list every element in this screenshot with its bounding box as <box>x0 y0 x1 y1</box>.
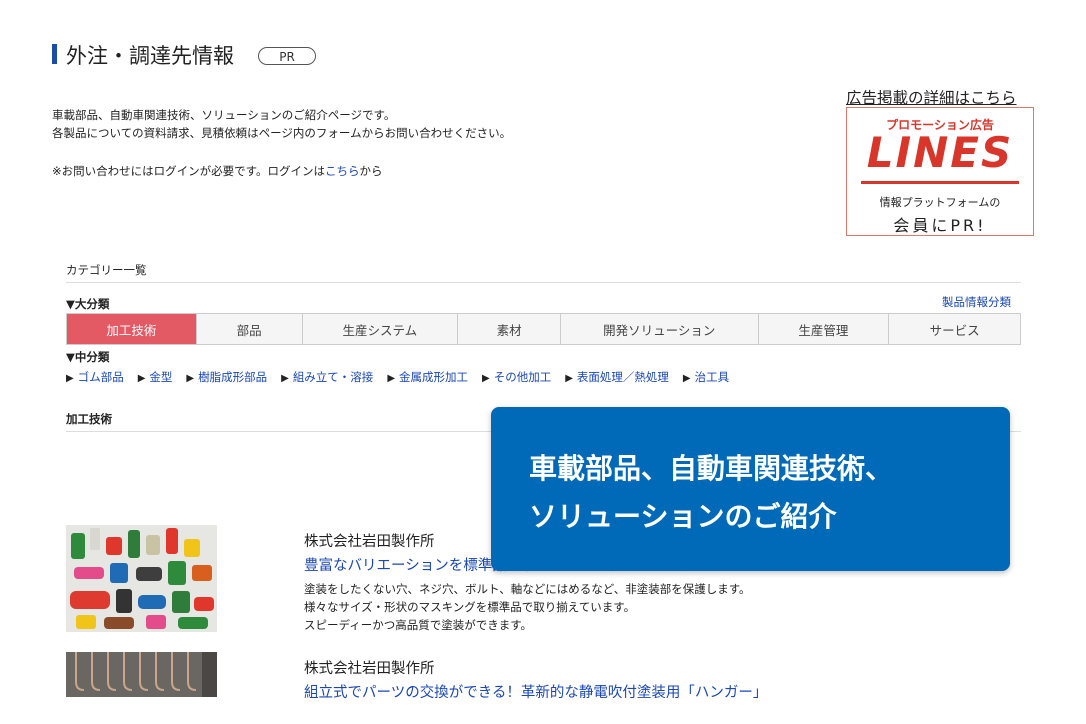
tooltip-text: 車載部品、自動車関連技術、 ソリューションのご紹介 <box>529 445 893 541</box>
title-accent-bar <box>52 44 57 64</box>
category-heading: カテゴリー一覧 <box>66 263 147 277</box>
tooltip-line-2: ソリューションのご紹介 <box>529 500 837 533</box>
login-link[interactable]: こちら <box>325 164 360 178</box>
product-title-link[interactable]: 組立式でパーツの交換ができる！革新的な静電吹付塗装用「ハンガー」 <box>304 681 767 702</box>
intro-line-2: 各製品についての資料請求、見積依頼はページ内のフォームからお問い合わせください。 <box>52 126 512 140</box>
tab-processing[interactable]: 加工技術 <box>67 314 197 344</box>
product-desc-line: スピーディーかつ高品質で塗装ができます。 <box>304 618 533 632</box>
ad-details-link[interactable]: 広告掲載の詳細はこちら <box>846 86 1017 108</box>
triangle-icon: ▶ <box>137 373 146 384</box>
product-spec-link[interactable]: 製品情報分類 <box>942 294 1011 310</box>
triangle-icon: ▶ <box>281 373 289 384</box>
subcat-metal-forming[interactable]: ▶ 金属成形加工 <box>387 369 468 385</box>
subcat-jigs-tools[interactable]: ▶ 治工具 <box>683 369 729 385</box>
major-category-tabs: 加工技術 部品 生産システム 素材 開発ソリューション 生産管理 サービス <box>66 313 1021 345</box>
tooltip-line-1: 車載部品、自動車関連技術、 <box>529 452 894 485</box>
tab-dev-solutions[interactable]: 開発ソリューション <box>560 314 759 344</box>
product-image-hanger[interactable] <box>66 652 217 697</box>
category-divider <box>66 282 1021 283</box>
tab-parts[interactable]: 部品 <box>196 314 303 344</box>
ad-brand-logo: LINES <box>866 128 1014 177</box>
ad-banner[interactable]: プロモーション広告 LINES 情報プラットフォームの 会員にPR! <box>846 107 1034 236</box>
subcat-other-processing[interactable]: ▶ その他加工 <box>482 369 551 385</box>
ad-sub-text-1: 情報プラットフォームの <box>879 196 1001 209</box>
tab-materials[interactable]: 素材 <box>458 314 561 344</box>
minor-category-list: ▶ ゴム部品 ▶ 金型 ▶ 樹脂成形部品 ▶ 組み立て・溶接 ▶ 金属成形加工 ▶ その他加… <box>66 369 729 385</box>
page-title: 外注・調達先情報 <box>66 44 234 68</box>
product-description: 塗装をしたくない穴、ネジ穴、ボルト、軸などにはめるなど、非塗装部を保護します。 … <box>304 580 751 634</box>
minor-category-label: ▼中分類 <box>66 350 110 364</box>
intro-text: 車載部品、自動車関連技術、ソリューションのご紹介ページです。 各製品についての資… <box>52 106 511 142</box>
ad-sub-text-2: 会員にPR! <box>893 216 987 235</box>
major-category-label: ▼大分類 <box>66 297 110 311</box>
intro-line-1: 車載部品、自動車関連技術、ソリューションのご紹介ページです。 <box>52 108 396 122</box>
section-heading: 加工技術 <box>66 412 112 426</box>
triangle-icon: ▶ <box>387 373 396 384</box>
subcat-resin-parts[interactable]: ▶ 樹脂成形部品 <box>186 369 267 385</box>
subcat-molds[interactable]: ▶ 金型 <box>138 369 173 385</box>
triangle-icon: ▶ <box>565 373 573 384</box>
tab-production-system[interactable]: 生産システム <box>302 314 459 344</box>
product-image-masking[interactable] <box>66 525 217 632</box>
product-company: 株式会社岩田製作所 <box>304 534 435 550</box>
subcat-rubber-parts[interactable]: ▶ ゴム部品 <box>66 369 124 385</box>
tab-services[interactable]: サービス <box>889 314 1020 344</box>
tab-production-management[interactable]: 生産管理 <box>758 314 890 344</box>
product-desc-line: 様々なサイズ・形状のマスキングを標準品で取り揃えています。 <box>304 600 636 614</box>
intro-tooltip-popup: 車載部品、自動車関連技術、 ソリューションのご紹介 <box>491 407 1010 571</box>
triangle-icon: ▶ <box>682 373 691 384</box>
login-note-prefix: ※お問い合わせにはログインが必要です。ログインは <box>52 164 325 178</box>
pr-badge: PR <box>258 47 316 65</box>
subcat-assembly-welding[interactable]: ▶ 組み立て・溶接 <box>281 369 373 385</box>
product-desc-line: 塗装をしたくない穴、ネジ穴、ボルト、軸などにはめるなど、非塗装部を保護します。 <box>304 582 751 596</box>
login-note: ※お問い合わせにはログインが必要です。ログインはこちらから <box>52 163 382 179</box>
ad-divider <box>861 181 1019 184</box>
triangle-icon: ▶ <box>186 373 195 384</box>
product-company: 株式会社岩田製作所 <box>304 661 435 677</box>
triangle-icon: ▶ <box>482 373 490 384</box>
subcat-surface-treatment[interactable]: ▶ 表面処理／熱処理 <box>565 369 669 385</box>
login-note-suffix: から <box>359 164 383 178</box>
triangle-icon: ▶ <box>66 373 74 384</box>
